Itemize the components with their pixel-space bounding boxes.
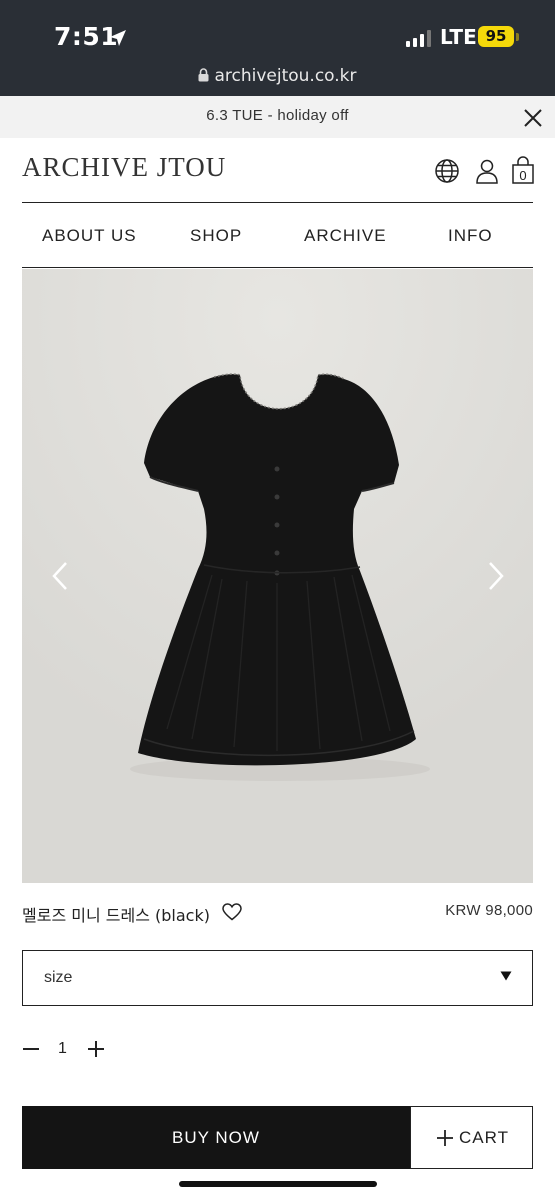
chevron-left-icon[interactable]: [50, 560, 70, 592]
globe-icon[interactable]: [434, 158, 460, 184]
header-divider: [22, 202, 533, 203]
battery-tip: [516, 33, 519, 41]
plus-icon[interactable]: [87, 1040, 105, 1058]
lock-icon: [198, 68, 209, 82]
cellular-signal-icon: [406, 29, 431, 47]
status-bar: 7:51 LTE 95 archivejtou.co.kr: [0, 0, 555, 96]
site-logo[interactable]: ARCHIVE JTOU: [22, 152, 226, 183]
nav-divider: [22, 267, 533, 268]
address-bar[interactable]: archivejtou.co.kr: [0, 66, 555, 86]
location-arrow-icon: [110, 30, 126, 46]
notice-bar: 6.3 TUE - holiday off: [0, 96, 555, 138]
caret-down-icon: [500, 971, 512, 981]
minus-icon[interactable]: [22, 1040, 40, 1058]
nav-info[interactable]: INFO: [448, 226, 493, 246]
network-type: LTE: [440, 25, 477, 49]
cart-button-label: CART: [459, 1128, 509, 1147]
size-select-value: size: [44, 969, 73, 986]
cart-count: 0: [519, 168, 526, 183]
user-icon[interactable]: [474, 158, 500, 184]
buy-now-button[interactable]: BUY NOW: [22, 1106, 410, 1169]
shopping-bag-icon[interactable]: 0: [511, 156, 535, 184]
nav-archive[interactable]: ARCHIVE: [304, 226, 387, 246]
plus-icon: [437, 1130, 453, 1146]
nav-about-us[interactable]: ABOUT US: [42, 226, 137, 246]
product-name: 멜로즈 미니 드레스 (black): [22, 906, 210, 925]
product-price: KRW 98,000: [445, 902, 533, 919]
main-nav: ABOUT US SHOP ARCHIVE INFO: [22, 204, 533, 268]
heart-icon[interactable]: [222, 903, 242, 921]
size-select[interactable]: size: [22, 950, 533, 1006]
close-icon[interactable]: [522, 107, 544, 129]
battery-icon: 95: [478, 26, 514, 47]
quantity-value[interactable]: 1: [58, 1040, 67, 1058]
notice-text: 6.3 TUE - holiday off: [206, 107, 349, 124]
chevron-right-icon[interactable]: [486, 560, 506, 592]
add-to-cart-button[interactable]: CART: [410, 1106, 533, 1169]
home-indicator[interactable]: [179, 1181, 377, 1187]
url-text: archivejtou.co.kr: [214, 66, 357, 86]
nav-shop[interactable]: SHOP: [190, 226, 242, 246]
product-image[interactable]: [22, 269, 533, 883]
dress-photo: [22, 269, 533, 883]
